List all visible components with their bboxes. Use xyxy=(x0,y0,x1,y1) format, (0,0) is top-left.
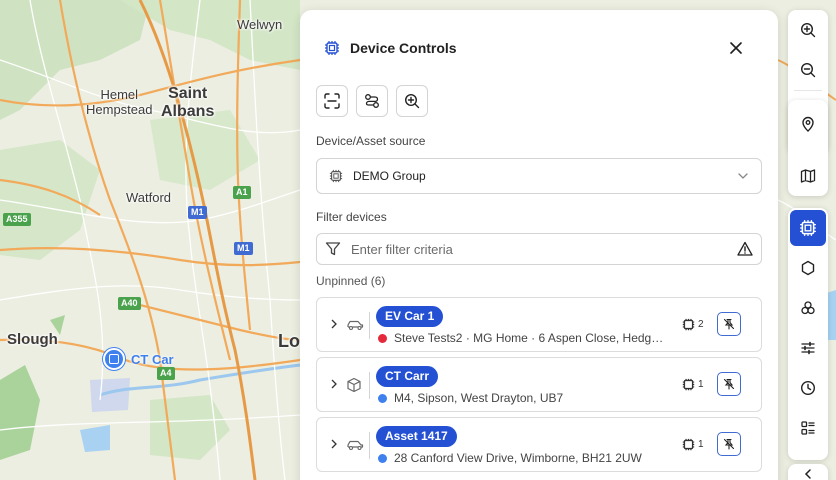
device-name-badge: EV Car 1 xyxy=(376,306,444,327)
map-style-button[interactable] xyxy=(788,156,828,196)
rail-partial xyxy=(788,464,828,480)
unpinned-section-label: Unpinned (6) xyxy=(316,274,386,288)
road-shield: A1 xyxy=(233,186,251,199)
sliders-icon xyxy=(801,341,815,355)
car-icon xyxy=(347,440,364,451)
device-count: 1 xyxy=(698,379,704,390)
list-icon xyxy=(801,421,815,435)
warning-icon[interactable] xyxy=(737,241,753,257)
chip-icon xyxy=(109,354,119,364)
car-icon xyxy=(347,320,364,331)
source-select[interactable]: DEMO Group xyxy=(316,158,762,194)
panel-title: Device Controls xyxy=(350,40,457,56)
layers-button[interactable] xyxy=(788,288,828,328)
pin-off-icon xyxy=(723,318,735,330)
map-place-label: Welwyn xyxy=(237,17,283,32)
map-place-label: Hemel Hempstead xyxy=(86,87,153,117)
location-pin-icon xyxy=(802,116,814,132)
road-shield: A40 xyxy=(118,297,141,310)
route-button[interactable] xyxy=(356,85,388,117)
list-button[interactable] xyxy=(788,408,828,448)
chevron-right-icon[interactable] xyxy=(330,379,338,389)
history-button[interactable] xyxy=(788,368,828,408)
zoom-in-icon xyxy=(800,22,816,38)
locate-button[interactable] xyxy=(788,104,828,144)
chevron-down-icon xyxy=(738,173,748,179)
status-dot xyxy=(378,454,387,463)
pin-off-icon xyxy=(723,378,735,390)
pin-button[interactable] xyxy=(717,312,741,336)
chevron-right-icon[interactable] xyxy=(330,319,338,329)
devices-button[interactable] xyxy=(790,210,826,246)
device-name-badge: CT Carr xyxy=(376,366,439,387)
divider xyxy=(369,372,370,399)
device-name-badge: Asset 1417 xyxy=(376,426,457,447)
divider xyxy=(369,432,370,459)
zoom-out-icon xyxy=(800,62,816,78)
chip-icon xyxy=(682,318,695,331)
device-card[interactable]: Asset 1417 28 Canford View Drive, Wimbor… xyxy=(316,417,762,472)
device-card[interactable]: EV Car 1 Steve Tests2 · MG Home · 6 Aspe… xyxy=(316,297,762,352)
status-dot xyxy=(378,394,387,403)
road-shield: M1 xyxy=(234,242,253,255)
scan-icon xyxy=(324,93,340,109)
zoom-in-button[interactable] xyxy=(788,10,828,50)
filter-icon xyxy=(325,242,341,256)
panel-header: Device Controls xyxy=(324,40,457,56)
device-map-marker[interactable] xyxy=(103,348,125,370)
filter-field[interactable] xyxy=(316,233,762,265)
clock-icon xyxy=(800,380,816,396)
map-icon xyxy=(800,169,816,183)
source-label: Device/Asset source xyxy=(316,134,426,148)
chevron-left-icon[interactable] xyxy=(802,468,814,480)
road-shield: A4 xyxy=(157,367,175,380)
feature-rail xyxy=(788,208,828,460)
chip-icon xyxy=(800,220,816,236)
divider xyxy=(369,312,370,339)
map-controls-rail xyxy=(788,100,828,196)
device-description: Steve Tests2 · MG Home · 6 Aspen Close, … xyxy=(394,331,669,345)
road-shield: M1 xyxy=(188,206,207,219)
chip-icon xyxy=(682,438,695,451)
chevron-right-icon[interactable] xyxy=(330,439,338,449)
map-place-label: Lo xyxy=(278,331,300,351)
panel-toolbar xyxy=(316,85,428,117)
map-place-label: Saint Albans xyxy=(161,85,215,121)
chip-icon xyxy=(329,169,343,183)
zoom-out-button[interactable] xyxy=(788,50,828,90)
chip-icon xyxy=(682,378,695,391)
device-count: 2 xyxy=(698,319,704,330)
chip-icon xyxy=(325,41,339,55)
device-map-marker-label[interactable]: CT Car xyxy=(131,352,174,367)
device-controls-panel: Device Controls Device/Asset source DEMO… xyxy=(300,10,778,480)
hexagon-icon xyxy=(801,260,815,276)
device-count: 1 xyxy=(698,439,704,450)
box-icon xyxy=(347,377,361,393)
device-card[interactable]: CT Carr M4, Sipson, West Drayton, UB7 1 xyxy=(316,357,762,412)
zoom-in-icon xyxy=(404,93,420,109)
divider xyxy=(794,90,822,91)
filter-label: Filter devices xyxy=(316,210,387,224)
close-icon[interactable] xyxy=(728,40,744,56)
pin-button[interactable] xyxy=(717,372,741,396)
device-description: 28 Canford View Drive, Wimborne, BH21 2U… xyxy=(394,451,642,465)
filter-input[interactable] xyxy=(351,241,727,257)
geofences-button[interactable] xyxy=(788,248,828,288)
road-shield: A355 xyxy=(3,213,31,226)
scan-button[interactable] xyxy=(316,85,348,117)
source-select-value: DEMO Group xyxy=(353,169,426,183)
pin-off-icon xyxy=(723,438,735,450)
settings-button[interactable] xyxy=(788,328,828,368)
zoom-to-devices-button[interactable] xyxy=(396,85,428,117)
map-place-label: Slough xyxy=(7,331,58,348)
pin-button[interactable] xyxy=(717,432,741,456)
route-icon xyxy=(365,94,379,108)
status-dot xyxy=(378,334,387,343)
device-description: M4, Sipson, West Drayton, UB7 xyxy=(394,391,564,405)
layers-icon xyxy=(801,301,815,315)
map-place-label: Watford xyxy=(126,190,172,205)
